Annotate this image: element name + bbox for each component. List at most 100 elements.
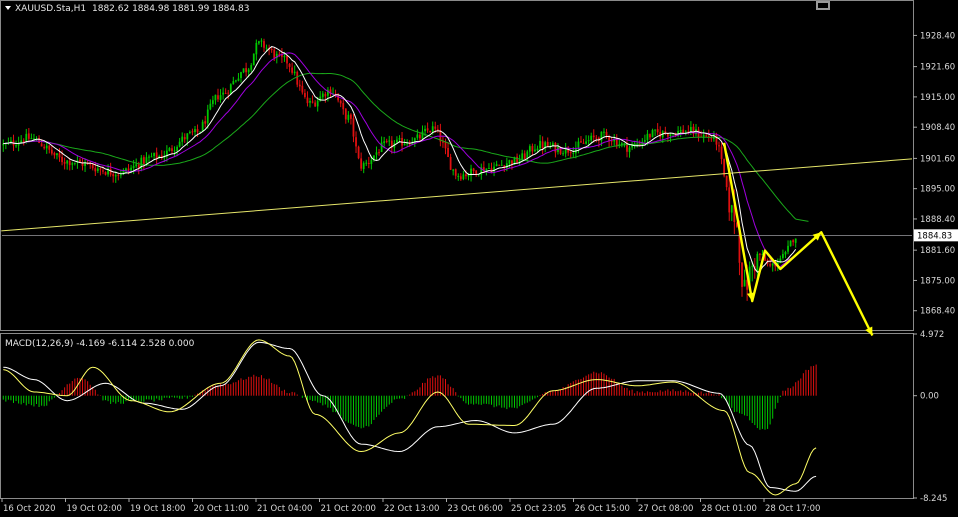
candle-body <box>234 80 237 82</box>
candle-body <box>242 68 245 73</box>
candle-body <box>109 168 112 175</box>
candle-body <box>577 141 580 148</box>
candle-body <box>257 41 260 44</box>
current-price-marker: 1884.83 <box>914 229 958 242</box>
candle-body <box>309 100 311 103</box>
candle-body <box>102 170 104 172</box>
time-tick-label: 19 Oct 02:00 <box>67 504 122 514</box>
trendline <box>1 158 913 232</box>
candle-body <box>237 78 240 81</box>
window-icon[interactable] <box>816 1 830 10</box>
candle-body <box>191 131 194 133</box>
candle-body <box>603 131 605 133</box>
candle-body <box>263 41 265 48</box>
time-axis: 16 Oct 2020 19 Oct 02:00 19 Oct 18:00 20 Oc… <box>1 498 820 514</box>
candle-body <box>710 138 713 140</box>
candle-body <box>250 65 253 70</box>
candle-body <box>500 164 503 166</box>
candle-body <box>689 127 692 133</box>
candle-body <box>444 142 447 149</box>
candle-body <box>321 93 324 98</box>
candle-body <box>442 141 444 143</box>
candle-body <box>380 142 383 153</box>
candle-body <box>171 148 173 151</box>
triangle-down-icon[interactable] <box>5 6 11 10</box>
candle-body <box>127 168 130 171</box>
price-tick-label: 1875.00 <box>920 276 955 286</box>
candle-body <box>240 72 242 79</box>
candle-body <box>206 109 209 124</box>
candle-body <box>265 47 268 49</box>
time-tick-label: 21 Oct 20:00 <box>321 504 376 514</box>
candle-body <box>45 145 48 149</box>
candle-body <box>130 167 132 171</box>
price-tick-label: 1895.00 <box>920 185 955 195</box>
macd-tick-label: 4.972 <box>920 330 944 340</box>
price-tick-label: 1888.40 <box>920 215 955 225</box>
macd-header: MACD(12,26,9) -4.169 -6.114 2.528 0.000 <box>5 339 195 349</box>
candle-body <box>523 153 526 159</box>
chart-canvas[interactable]: XAUUSD.Sta,H1 1882.62 1884.98 1881.99 18… <box>0 0 958 517</box>
candle-body <box>255 42 258 55</box>
candle-body <box>787 245 789 252</box>
candle-body <box>498 164 501 166</box>
candle-body <box>771 263 774 266</box>
candle-body <box>53 152 56 156</box>
candle-body <box>260 40 263 42</box>
candle-body <box>534 149 536 152</box>
candle-body <box>186 133 189 140</box>
time-tick-label: 20 Oct 11:00 <box>194 504 249 514</box>
candle-body <box>176 146 178 152</box>
candle-body <box>623 143 626 145</box>
candle-body <box>516 156 518 163</box>
candle-body <box>628 147 631 153</box>
candle-body <box>794 238 797 243</box>
candle-body <box>595 137 598 139</box>
macd-tick-label: 0.00 <box>920 392 939 402</box>
candle-body <box>582 142 585 144</box>
candle-body <box>572 152 575 154</box>
candle-body <box>188 131 191 133</box>
moving-average-line <box>795 218 809 222</box>
candle-body <box>311 101 314 103</box>
price-tick-label: 1901.60 <box>920 154 955 164</box>
candle-body <box>68 160 71 166</box>
candle-body <box>784 252 787 255</box>
candle-body <box>227 92 230 94</box>
candle-body <box>436 129 439 131</box>
candle-body <box>112 174 115 177</box>
moving-average-line <box>3 52 797 268</box>
candle-body <box>117 174 120 176</box>
candle-body <box>419 134 421 139</box>
candle-body <box>43 146 46 149</box>
candle-body <box>352 118 355 137</box>
moving-averages <box>1 46 913 337</box>
candle-body <box>350 114 352 119</box>
candle-body <box>132 166 135 168</box>
candle-body <box>342 102 345 110</box>
candle-body <box>769 264 772 266</box>
candle-body <box>150 156 153 158</box>
candle-body <box>702 134 705 137</box>
candle-body <box>178 141 181 147</box>
symbol-label: XAUUSD.Sta,H1 <box>15 4 86 14</box>
candle-body <box>605 131 608 136</box>
moving-average-line <box>3 72 797 220</box>
candle-body <box>590 135 593 141</box>
candle-body <box>99 168 102 170</box>
candle-body <box>222 92 225 95</box>
candle-body <box>194 129 196 133</box>
candle-body <box>421 131 424 139</box>
candle-body <box>426 128 429 131</box>
candle-body <box>288 63 291 67</box>
candle-body <box>25 133 28 143</box>
candle-body <box>508 160 511 164</box>
candle-body <box>148 156 150 158</box>
candle-body <box>656 129 659 133</box>
candle-body <box>403 143 406 146</box>
price-tick-label: 1928.40 <box>920 31 955 41</box>
candle-body <box>398 138 401 140</box>
candlestick-series <box>2 38 797 301</box>
candle-body <box>526 151 529 159</box>
candle-body <box>168 148 171 151</box>
